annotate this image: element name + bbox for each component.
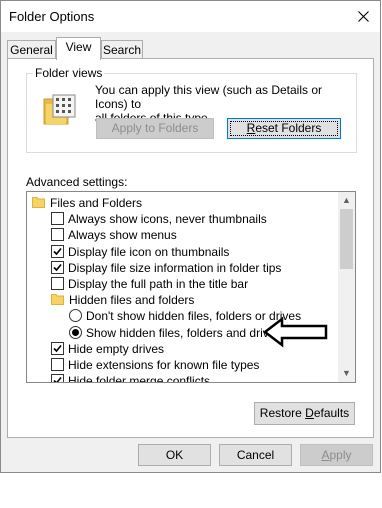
- setting-label: Display the full path in the title bar: [68, 277, 249, 291]
- window-title: Folder Options: [9, 9, 95, 24]
- setting-label: Hide extensions for known file types: [68, 358, 260, 372]
- setting-label: Hide folder merge conflicts: [68, 374, 211, 383]
- setting-label: Always show menus: [68, 228, 177, 243]
- setting-label: Files and Folders: [50, 196, 143, 210]
- advanced-settings-scrollbar[interactable]: ▲ ▼: [338, 192, 355, 382]
- checkbox[interactable]: [51, 212, 64, 226]
- checkbox-checked[interactable]: [51, 341, 64, 355]
- checkbox-checked[interactable]: [51, 260, 64, 274]
- reset-folders-button[interactable]: Reset Folders: [227, 118, 341, 139]
- apply-button[interactable]: Apply: [300, 444, 373, 466]
- checkbox-checked[interactable]: [51, 374, 64, 382]
- apply-label-post: pply: [329, 448, 352, 462]
- checkbox-checked[interactable]: [51, 244, 64, 258]
- checkbox[interactable]: [51, 358, 64, 371]
- close-button[interactable]: [346, 1, 380, 32]
- folder-views-title: Folder views: [33, 66, 105, 80]
- restore-defaults-accesskey: D: [305, 406, 314, 420]
- advanced-settings-list[interactable]: Files and Folders Always show icons, neve…: [26, 191, 356, 383]
- apply-accesskey: A: [321, 448, 330, 462]
- title-bar: Folder Options: [1, 1, 380, 32]
- radio-selected[interactable]: [69, 325, 82, 339]
- tab-general[interactable]: General: [7, 40, 56, 59]
- tab-search[interactable]: Search: [101, 40, 143, 59]
- advanced-settings-label: Advanced settings:: [26, 175, 128, 189]
- restore-defaults-label-pre: Restore: [259, 406, 306, 420]
- restore-defaults-label-post: efaults: [313, 406, 350, 420]
- setting-label: Hide empty drives: [68, 341, 165, 356]
- folder-icon: [51, 293, 64, 309]
- scroll-thumb[interactable]: [340, 209, 353, 269]
- checkbox[interactable]: [51, 277, 64, 290]
- ok-button[interactable]: OK: [138, 444, 211, 466]
- tab-view[interactable]: View: [56, 37, 101, 60]
- setting-label: Hidden files and folders: [69, 293, 195, 308]
- folder-icon: [32, 196, 45, 212]
- setting-label: Show hidden files, folders and drives: [86, 325, 282, 340]
- reset-folders-accesskey: R: [246, 121, 256, 135]
- setting-label: Always show icons, never thumbnails: [68, 212, 267, 227]
- apply-to-folders-button[interactable]: Apply to Folders: [96, 118, 214, 139]
- left-arrow-annotation-icon: [262, 316, 328, 348]
- radio[interactable]: [69, 309, 82, 323]
- scroll-up-icon[interactable]: ▲: [338, 192, 355, 209]
- restore-defaults-button[interactable]: Restore Defaults: [254, 402, 355, 425]
- radio-dot: [72, 328, 79, 336]
- scroll-down-icon[interactable]: ▼: [338, 365, 355, 382]
- cancel-button[interactable]: Cancel: [219, 444, 292, 466]
- close-icon: [357, 11, 369, 22]
- checkbox[interactable]: [51, 228, 64, 242]
- setting-label: Display file icon on thumbnails: [68, 244, 230, 259]
- folder-views-icon: [43, 94, 76, 125]
- reset-folders-label-post: eset Folders: [255, 121, 322, 135]
- setting-label: Display file size information in folder …: [68, 260, 282, 275]
